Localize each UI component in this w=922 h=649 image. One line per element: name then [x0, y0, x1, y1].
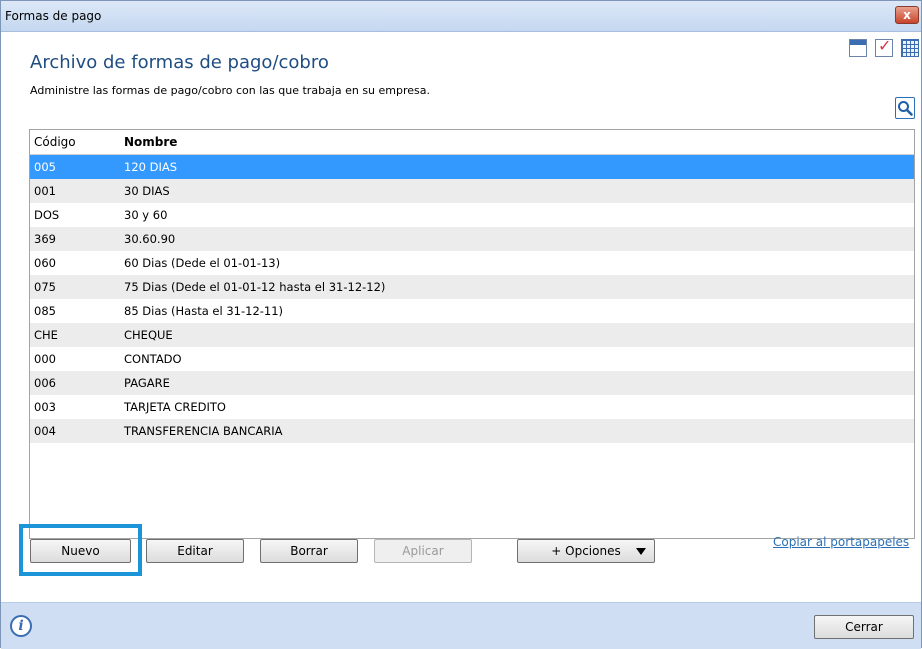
- title-bar: Formas de pago x: [1, 1, 921, 32]
- dropdown-arrow-icon: [636, 548, 646, 555]
- copy-to-clipboard-link[interactable]: Copiar al portapapeles: [773, 535, 909, 549]
- checklist-icon[interactable]: [875, 36, 893, 57]
- list-body: 005 120 DIAS 001 30 DIAS DOS 30 y 60 369 30.60.…: [30, 155, 914, 443]
- cell-code: DOS: [34, 208, 60, 222]
- table-row[interactable]: 075 75 Dias (Dede el 01-01-12 hasta el 31…: [30, 275, 914, 299]
- list-header: Código Nombre: [30, 130, 914, 155]
- table-row[interactable]: 085 85 Dias (Hasta el 31-12-11): [30, 299, 914, 323]
- options-dropdown-button[interactable]: + Opciones: [517, 539, 655, 563]
- delete-button[interactable]: Borrar: [260, 539, 358, 563]
- cell-name: TARJETA CREDITO: [124, 400, 226, 414]
- cell-name: CONTADO: [124, 352, 182, 366]
- new-button[interactable]: Nuevo: [30, 539, 131, 563]
- payment-methods-list[interactable]: Código Nombre 005 120 DIAS 001 30 DIAS DOS 30…: [29, 129, 915, 539]
- table-row[interactable]: 000 CONTADO: [30, 347, 914, 371]
- cell-code: 001: [34, 184, 56, 198]
- cell-name: 120 DIAS: [124, 160, 178, 174]
- options-label: + Opciones: [551, 544, 621, 558]
- cell-code: 003: [34, 400, 56, 414]
- table-row[interactable]: 003 TARJETA CREDITO: [30, 395, 914, 419]
- table-row[interactable]: 004 TRANSFERENCIA BANCARIA: [30, 419, 914, 443]
- cell-code: 369: [34, 232, 56, 246]
- table-row[interactable]: 001 30 DIAS: [30, 179, 914, 203]
- column-header-code[interactable]: Código: [30, 135, 124, 149]
- table-row[interactable]: DOS 30 y 60: [30, 203, 914, 227]
- table-row[interactable]: 060 60 Dias (Dede el 01-01-13): [30, 251, 914, 275]
- search-button[interactable]: [895, 97, 915, 119]
- close-button[interactable]: x: [895, 6, 919, 24]
- info-icon[interactable]: i: [10, 615, 32, 637]
- calendar-icon[interactable]: [849, 39, 867, 57]
- close-dialog-button[interactable]: Cerrar: [814, 615, 914, 639]
- cell-name: 30 DIAS: [124, 184, 170, 198]
- cell-name: 60 Dias (Dede el 01-01-13): [124, 256, 281, 270]
- cell-code: 006: [34, 376, 56, 390]
- column-header-name[interactable]: Nombre: [124, 135, 177, 149]
- window-title: Formas de pago: [5, 9, 102, 23]
- search-icon: [898, 101, 913, 116]
- cell-name: 75 Dias (Dede el 01-01-12 hasta el 31-12…: [124, 280, 386, 294]
- cell-name: 85 Dias (Hasta el 31-12-11): [124, 304, 284, 318]
- cell-code: 004: [34, 424, 56, 438]
- table-row[interactable]: 006 PAGARE: [30, 371, 914, 395]
- footer-bar: i Cerrar: [1, 602, 921, 649]
- apply-button[interactable]: Aplicar: [374, 539, 472, 563]
- grid-icon[interactable]: [901, 39, 919, 57]
- cell-code: 005: [34, 160, 56, 174]
- cell-code: CHE: [34, 328, 58, 342]
- cell-name: PAGARE: [124, 376, 170, 390]
- table-row[interactable]: CHE CHEQUE: [30, 323, 914, 347]
- cell-name: 30.60.90: [124, 232, 176, 246]
- page-title: Archivo de formas de pago/cobro: [30, 52, 329, 73]
- table-row[interactable]: 369 30.60.90: [30, 227, 914, 251]
- cell-code: 085: [34, 304, 56, 318]
- page-subtitle: Administre las formas de pago/cobro con …: [30, 84, 430, 97]
- cell-name: TRANSFERENCIA BANCARIA: [124, 424, 283, 438]
- dialog-window: Formas de pago x Archivo de formas de pa…: [0, 0, 922, 649]
- table-row[interactable]: 005 120 DIAS: [30, 155, 914, 179]
- cell-code: 075: [34, 280, 56, 294]
- cell-name: CHEQUE: [124, 328, 173, 342]
- view-toolbar: [849, 36, 919, 57]
- edit-button[interactable]: Editar: [146, 539, 244, 563]
- cell-name: 30 y 60: [124, 208, 168, 222]
- cell-code: 000: [34, 352, 56, 366]
- cell-code: 060: [34, 256, 56, 270]
